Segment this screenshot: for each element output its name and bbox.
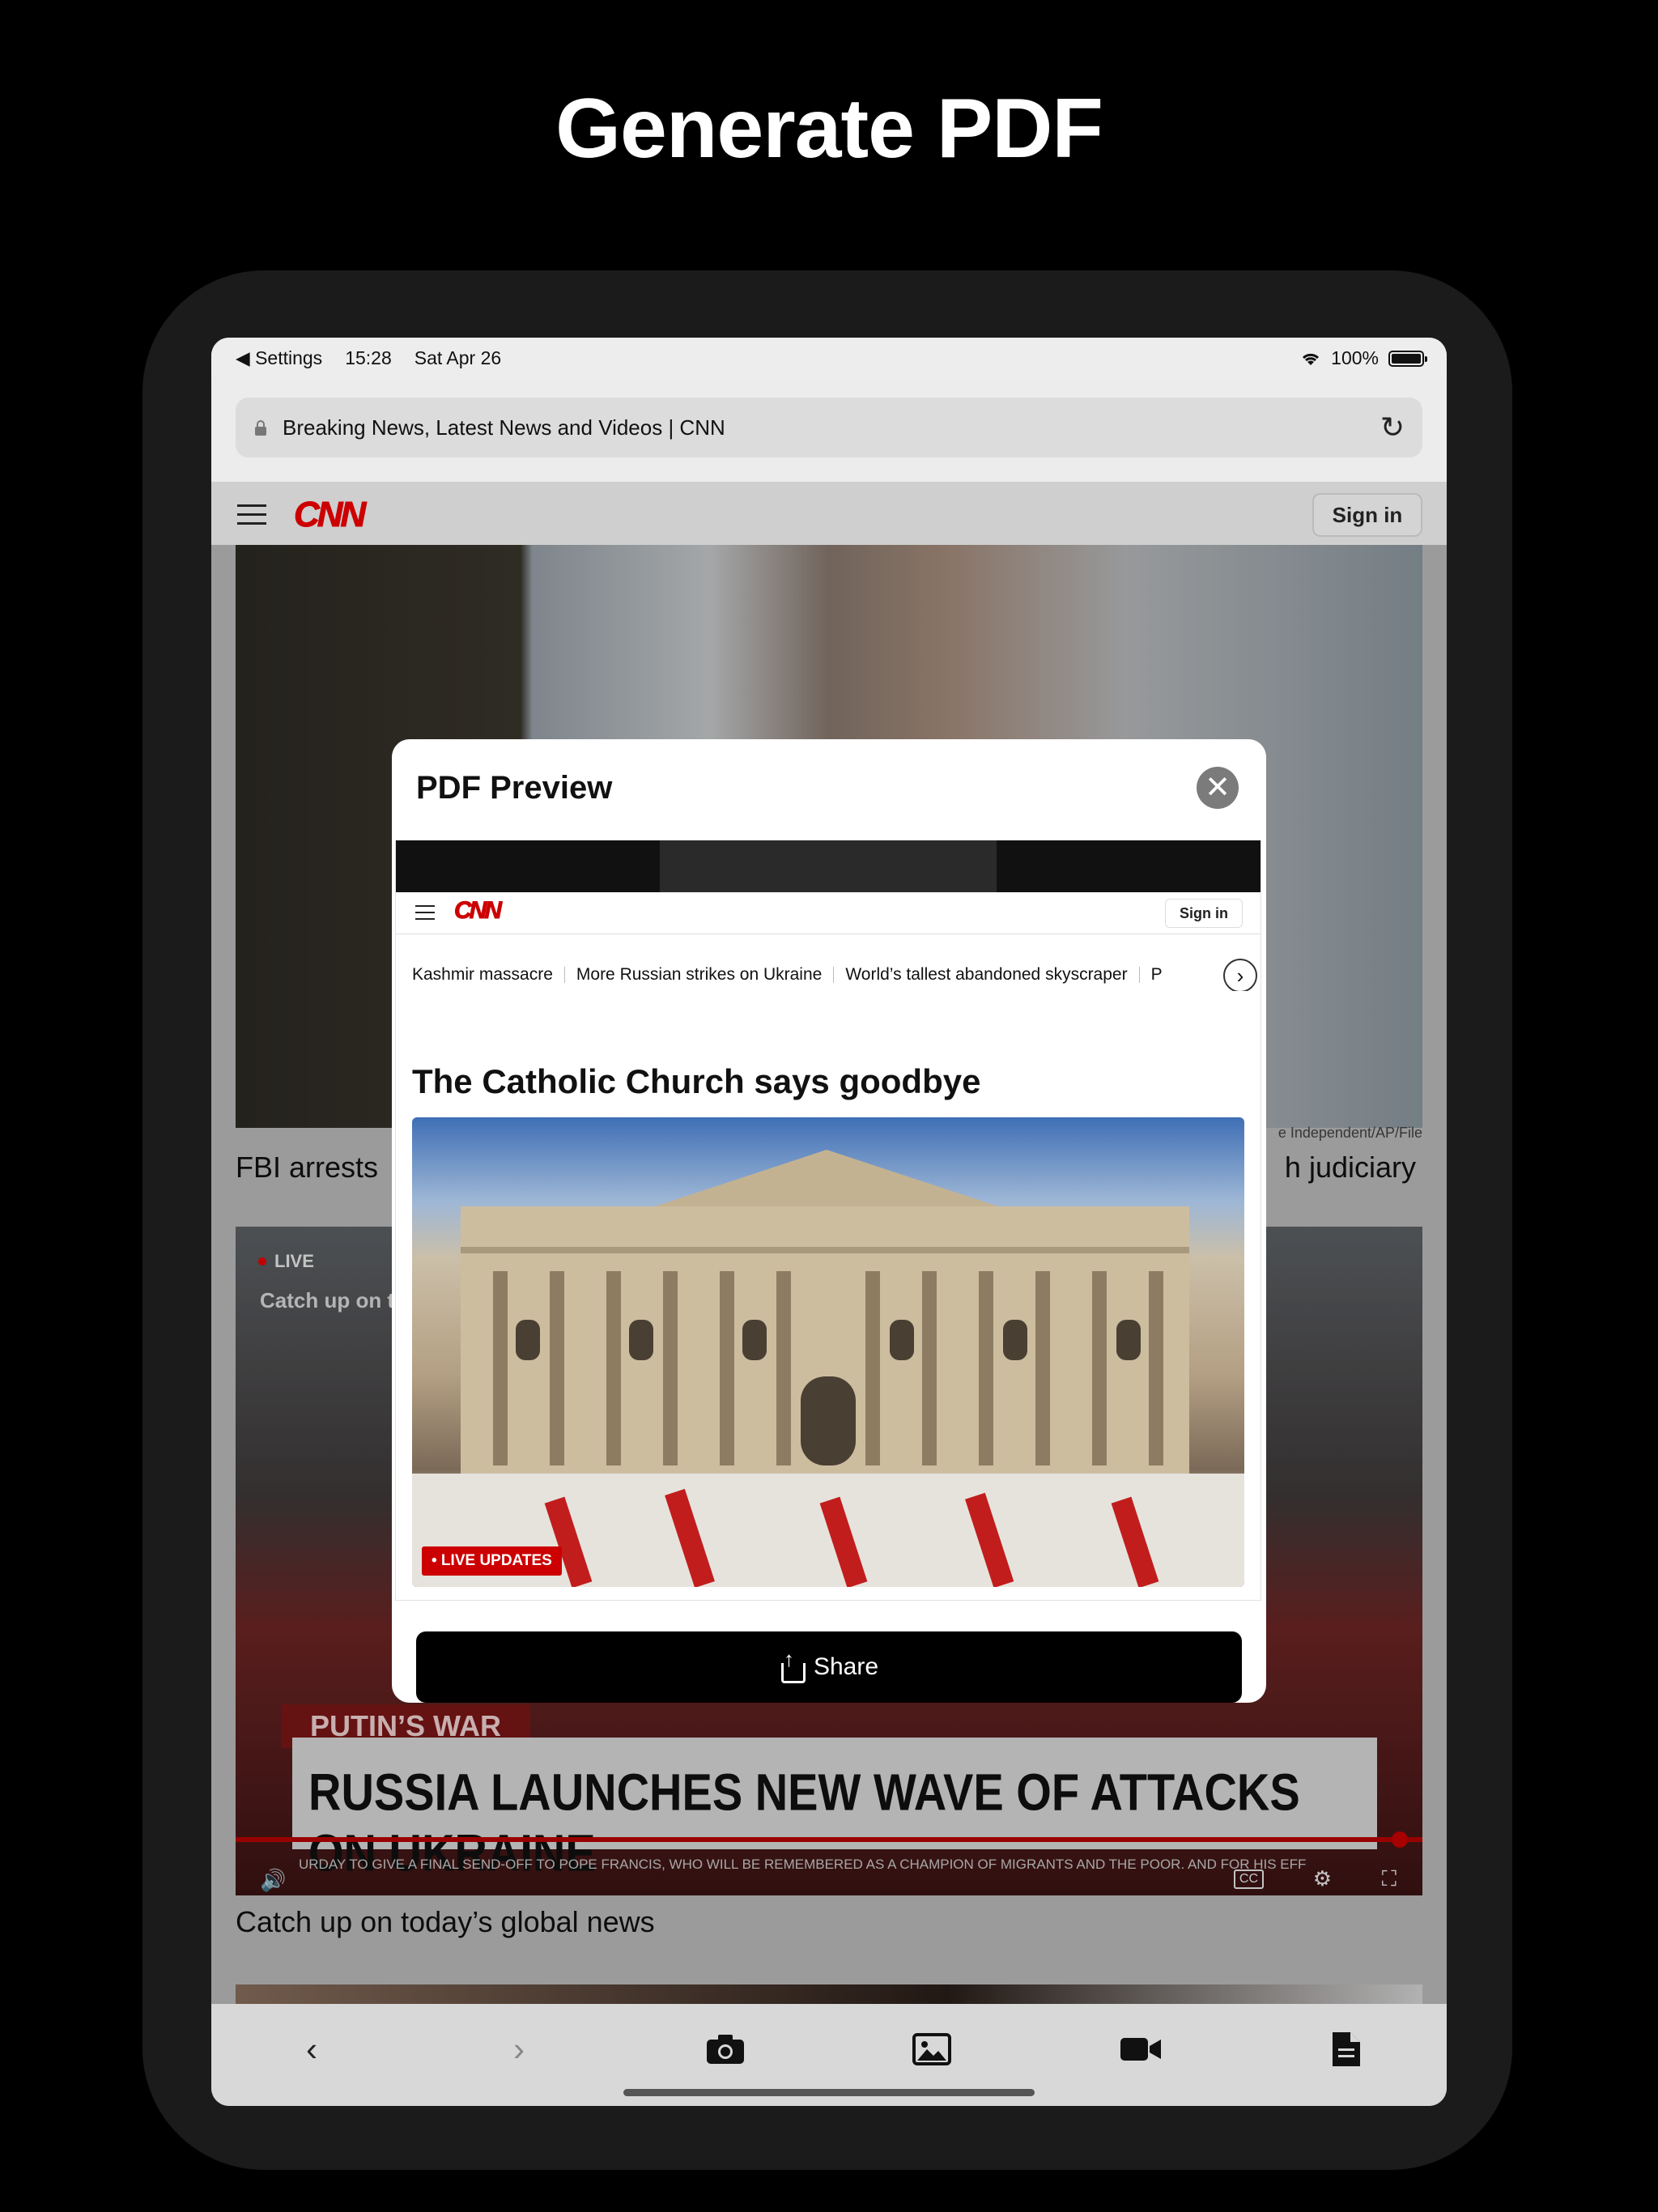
lock-icon	[253, 419, 268, 436]
menu-icon[interactable]	[237, 504, 266, 525]
photo-icon[interactable]	[908, 2025, 956, 2074]
sign-in-button[interactable]: Sign in	[1312, 493, 1422, 537]
document-icon[interactable]	[1322, 2025, 1371, 2074]
battery-icon	[1388, 350, 1427, 367]
preview-article-image: • LIVE UPDATES	[412, 1117, 1244, 1587]
share-button[interactable]: Share	[416, 1631, 1242, 1703]
cnn-logo[interactable]: CNN	[293, 495, 366, 535]
status-bar: ◀ Settings 15:28 Sat Apr 26 100%	[211, 338, 1447, 378]
basilica-illustration	[412, 1150, 1244, 1587]
chevron-right-icon: ›	[1223, 959, 1257, 991]
tablet-screen: ◀ Settings 15:28 Sat Apr 26 100% Breakin…	[211, 338, 1447, 2106]
status-date: Sat Apr 26	[414, 347, 502, 368]
pdf-preview-modal: PDF Preview ✕ CNN Sign in Kashmir massac…	[392, 739, 1266, 1703]
preview-sign-in: Sign in	[1165, 899, 1243, 928]
topic-item: More Russian strikes on Ukraine	[576, 965, 823, 984]
page-headline: Generate PDF	[555, 82, 1103, 176]
wifi-icon	[1303, 353, 1320, 365]
preview-top-bar	[396, 840, 1261, 892]
share-label: Share	[813, 1653, 879, 1680]
site-header: CNN Sign in	[211, 483, 1447, 545]
preview-topic-bar: Kashmir massacre More Russian strikes on…	[412, 959, 1261, 991]
topic-item: World’s tallest abandoned skyscraper	[845, 965, 1128, 984]
share-icon	[780, 1647, 806, 1683]
back-to-settings[interactable]: ◀ Settings	[236, 347, 322, 369]
back-icon[interactable]: ‹	[287, 2025, 336, 2074]
reload-icon[interactable]: ↻	[1380, 410, 1405, 445]
status-time: 15:28	[345, 347, 392, 368]
preview-site-header: CNN Sign in	[396, 892, 1261, 934]
battery-percent: 100%	[1331, 347, 1379, 368]
live-updates-badge: • LIVE UPDATES	[422, 1546, 562, 1576]
home-indicator	[623, 2089, 1035, 2096]
address-bar[interactable]: Breaking News, Latest News and Videos | …	[236, 398, 1422, 457]
camera-icon[interactable]	[701, 2025, 750, 2074]
close-button[interactable]: ✕	[1197, 767, 1239, 809]
preview-menu-icon	[415, 905, 435, 921]
page-title: Breaking News, Latest News and Videos | …	[283, 415, 725, 440]
topic-item: P	[1150, 965, 1163, 984]
video-icon[interactable]	[1116, 2025, 1165, 2074]
address-bar-area: Breaking News, Latest News and Videos | …	[211, 378, 1447, 483]
preview-article-heading: The Catholic Church says goodbye	[412, 1062, 981, 1100]
forward-icon[interactable]: ›	[495, 2025, 543, 2074]
pdf-preview-page[interactable]: CNN Sign in Kashmir massacre More Russia…	[395, 840, 1261, 1601]
preview-cnn-logo: CNN	[454, 897, 503, 925]
modal-title: PDF Preview	[416, 770, 613, 806]
topic-item: Kashmir massacre	[412, 965, 553, 984]
